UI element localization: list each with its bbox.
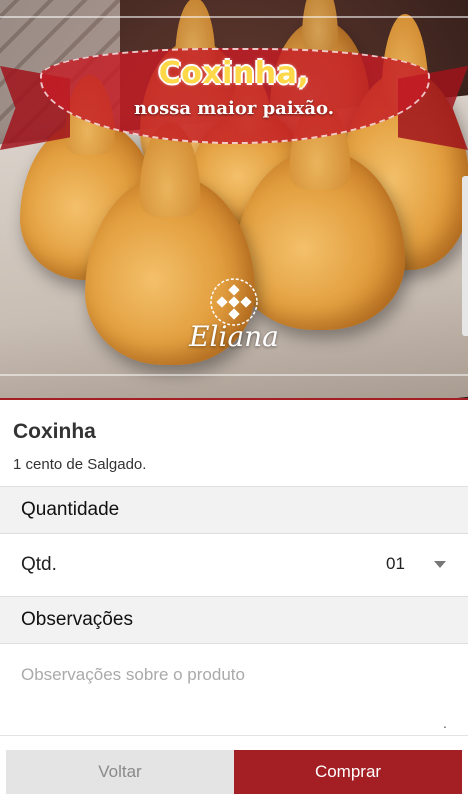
product-info: Coxinha 1 cento de Salgado. [0,402,468,486]
quantity-label: Qtd. [21,554,57,575]
dropdown-arrow-icon [434,561,446,568]
product-image: Coxinha, nossa maior paixão. Eliana [0,0,468,400]
product-description: 1 cento de Salgado. [13,456,147,473]
product-name: Coxinha [13,420,96,443]
notes-input[interactable] [21,665,447,719]
action-bar: Voltar Comprar [0,735,468,800]
brand-logo-text: Eliana [189,320,279,353]
frame-line [0,16,468,18]
buy-button[interactable]: Comprar [234,750,462,794]
notes-area: . [0,645,468,735]
accent-bar [0,398,468,400]
banner-subtitle: nossa maior paixão. [133,98,335,119]
back-button[interactable]: Voltar [6,750,234,794]
notes-section-title: Observações [21,609,133,630]
quantity-section-title: Quantidade [21,499,120,520]
banner-title: Coxinha, [158,56,310,91]
quantity-section-header: Quantidade [0,486,468,534]
quantity-row: Qtd. 01 [0,534,468,596]
quantity-selected-value: 01 [386,554,405,573]
notes-section-header: Observações [0,596,468,644]
scrollbar-thumb[interactable] [462,176,468,336]
quantity-dropdown[interactable]: 01 [370,542,460,588]
resize-handle-icon[interactable]: . [443,715,447,731]
frame-line [0,374,468,376]
